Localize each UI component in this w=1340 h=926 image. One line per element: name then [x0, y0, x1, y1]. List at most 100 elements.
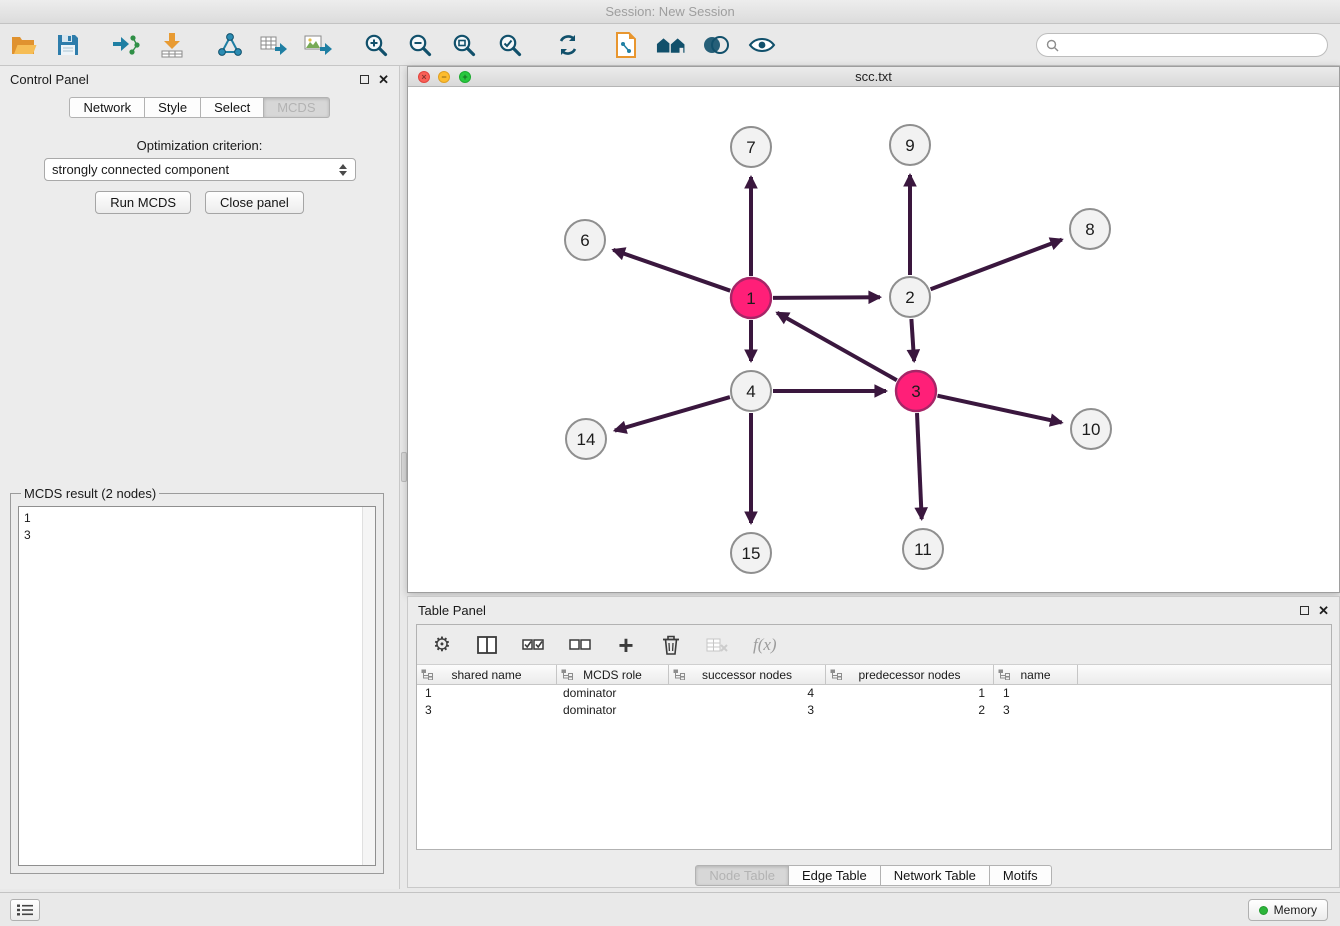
table-cell[interactable]: 3: [417, 702, 557, 719]
refresh-layout-button[interactable]: [552, 29, 584, 61]
tab-network-table[interactable]: Network Table: [881, 865, 990, 886]
zoom-out-button[interactable]: [404, 29, 436, 61]
float-panel-icon[interactable]: [360, 75, 369, 84]
trash-icon: [662, 635, 680, 655]
table-settings-gear-icon[interactable]: ⚙: [432, 632, 452, 658]
zoom-selected-button[interactable]: [494, 29, 526, 61]
column-header-name[interactable]: name: [994, 665, 1078, 684]
select-all-rows-button[interactable]: [522, 632, 544, 658]
node-1[interactable]: 1: [731, 278, 771, 318]
dropdown-value: strongly connected component: [52, 162, 229, 177]
node-15[interactable]: 15: [731, 533, 771, 573]
task-history-button[interactable]: [10, 899, 40, 921]
tab-node-table[interactable]: Node Table: [695, 865, 789, 886]
maximize-window-button[interactable]: +: [459, 71, 471, 83]
zoom-in-button[interactable]: [360, 29, 392, 61]
node-table: ⚙ +: [416, 624, 1332, 850]
import-network-button[interactable]: [110, 29, 142, 61]
node-10[interactable]: 10: [1071, 409, 1111, 449]
mcds-result-legend: MCDS result (2 nodes): [21, 486, 159, 501]
new-network-button[interactable]: [214, 29, 246, 61]
tab-mcds[interactable]: MCDS: [264, 97, 329, 118]
table-row[interactable]: 1dominator411: [417, 685, 1331, 702]
node-2[interactable]: 2: [890, 277, 930, 317]
mcds-result-item[interactable]: 3: [24, 527, 370, 544]
column-header-successor-nodes[interactable]: successor nodes: [669, 665, 826, 684]
optimization-criterion-label: Optimization criterion:: [0, 138, 399, 153]
table-row[interactable]: 3dominator323: [417, 702, 1331, 719]
close-panel-icon[interactable]: ✕: [378, 73, 389, 86]
mcds-result-item[interactable]: 1: [24, 510, 370, 527]
save-session-button[interactable]: [52, 29, 84, 61]
tab-style[interactable]: Style: [145, 97, 201, 118]
memory-button[interactable]: Memory: [1248, 899, 1328, 921]
export-table-icon: [260, 33, 288, 57]
tab-edge-table[interactable]: Edge Table: [789, 865, 881, 886]
minimize-window-button[interactable]: −: [438, 71, 450, 83]
node-7[interactable]: 7: [731, 127, 771, 167]
table-cell[interactable]: 1: [994, 685, 1078, 702]
tab-motifs[interactable]: Motifs: [990, 865, 1052, 886]
run-mcds-button[interactable]: Run MCDS: [95, 191, 191, 214]
column-header-predecessor-nodes[interactable]: predecessor nodes: [826, 665, 994, 684]
tab-network[interactable]: Network: [69, 97, 145, 118]
close-window-button[interactable]: ×: [418, 71, 430, 83]
mcds-result-list[interactable]: 1 3: [18, 506, 376, 866]
float-table-panel-icon[interactable]: [1300, 606, 1309, 615]
node-14[interactable]: 14: [566, 419, 606, 459]
table-cell[interactable]: dominator: [557, 702, 669, 719]
column-header-mcds-role[interactable]: MCDS role: [557, 665, 669, 684]
node-6[interactable]: 6: [565, 220, 605, 260]
edge-3-10[interactable]: [938, 396, 1062, 423]
edge-3-11[interactable]: [917, 413, 922, 519]
export-image-button[interactable]: [302, 29, 334, 61]
show-graphics-details-button[interactable]: [746, 29, 778, 61]
node-label: 7: [746, 138, 755, 157]
zoom-selected-icon: [497, 32, 523, 58]
edge-1-2[interactable]: [773, 297, 880, 298]
column-label: MCDS role: [583, 668, 642, 682]
edge-3-1[interactable]: [777, 313, 897, 381]
edge-1-6[interactable]: [613, 250, 730, 291]
network-file-icon: [615, 32, 637, 58]
table-cell[interactable]: 3: [669, 702, 826, 719]
node-11[interactable]: 11: [903, 529, 943, 569]
edge-4-14[interactable]: [615, 397, 730, 431]
search-icon: [1046, 39, 1059, 52]
control-panel-header: Control Panel ✕: [0, 66, 399, 92]
edge-2-3[interactable]: [911, 319, 914, 361]
delete-column-button[interactable]: [661, 632, 681, 658]
import-table-button[interactable]: [156, 29, 188, 61]
edge-2-8[interactable]: [931, 240, 1062, 290]
export-table-button[interactable]: [258, 29, 290, 61]
column-header-shared-name[interactable]: shared name: [417, 665, 557, 684]
close-panel-button[interactable]: Close panel: [205, 191, 304, 214]
network-canvas[interactable]: 7 9 6 8 1 2 4 3 14 10 15 11: [408, 87, 1339, 592]
node-4[interactable]: 4: [731, 371, 771, 411]
zoom-fit-button[interactable]: [448, 29, 480, 61]
search-input[interactable]: [1064, 35, 1327, 55]
show-columns-button[interactable]: [477, 632, 497, 658]
node-3[interactable]: 3: [896, 371, 936, 411]
table-cell[interactable]: 3: [994, 702, 1078, 719]
table-cell[interactable]: 1: [826, 685, 994, 702]
table-cell[interactable]: 2: [826, 702, 994, 719]
deselect-all-rows-button[interactable]: [569, 632, 591, 658]
home-views-button[interactable]: [656, 29, 688, 61]
home-icon: [656, 33, 688, 57]
open-session-button[interactable]: [8, 29, 40, 61]
table-cell[interactable]: 4: [669, 685, 826, 702]
tab-select[interactable]: Select: [201, 97, 264, 118]
add-column-button[interactable]: +: [616, 632, 636, 658]
search-box[interactable]: [1036, 33, 1328, 57]
close-table-panel-icon[interactable]: ✕: [1318, 604, 1329, 617]
venn-diagram-button[interactable]: [700, 29, 732, 61]
apply-style-button[interactable]: [610, 29, 642, 61]
node-8[interactable]: 8: [1070, 209, 1110, 249]
node-9[interactable]: 9: [890, 125, 930, 165]
table-cell[interactable]: 1: [417, 685, 557, 702]
node-label: 8: [1085, 220, 1094, 239]
table-cell[interactable]: dominator: [557, 685, 669, 702]
result-scrollbar[interactable]: [362, 507, 375, 865]
optimization-dropdown[interactable]: strongly connected component: [44, 158, 356, 181]
